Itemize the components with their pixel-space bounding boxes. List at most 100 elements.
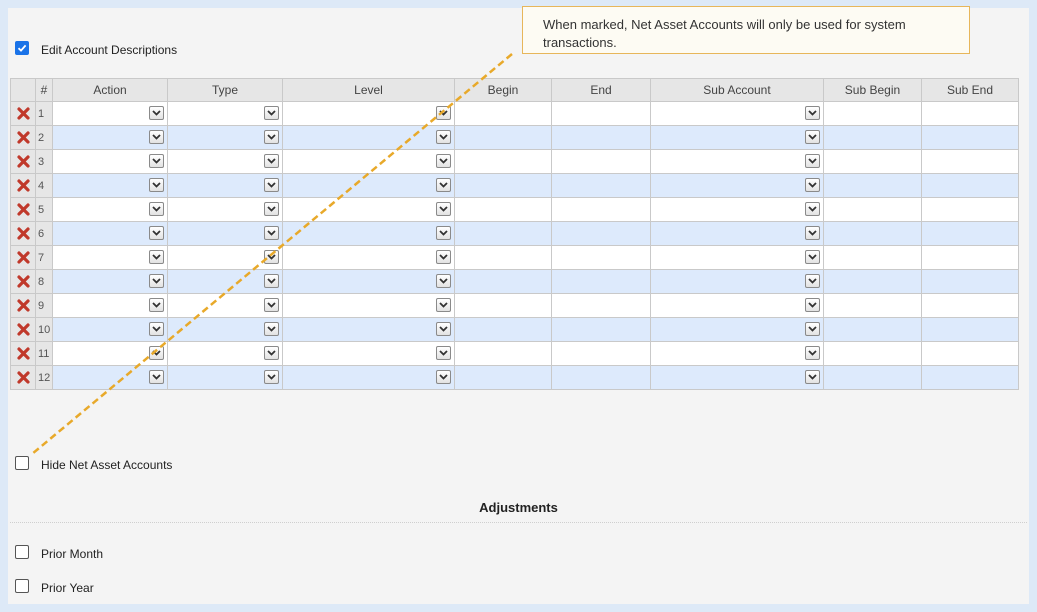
sub-end-cell[interactable] bbox=[921, 365, 1019, 390]
sub-account-dropdown[interactable] bbox=[805, 250, 820, 264]
level-cell[interactable] bbox=[282, 245, 455, 270]
col-action-header[interactable]: Action bbox=[52, 78, 168, 102]
delete-row-button[interactable] bbox=[10, 269, 36, 294]
sub-account-dropdown[interactable] bbox=[805, 322, 820, 336]
level-cell[interactable] bbox=[282, 125, 455, 150]
sub-account-dropdown[interactable] bbox=[805, 106, 820, 120]
sub-begin-cell[interactable] bbox=[823, 173, 922, 198]
delete-row-button[interactable] bbox=[10, 197, 36, 222]
level-cell[interactable] bbox=[282, 341, 455, 366]
action-dropdown[interactable] bbox=[149, 274, 164, 288]
type-dropdown[interactable] bbox=[264, 322, 279, 336]
type-dropdown[interactable] bbox=[264, 298, 279, 312]
sub-account-cell[interactable] bbox=[650, 221, 824, 246]
begin-cell[interactable] bbox=[454, 245, 552, 270]
level-dropdown[interactable] bbox=[436, 226, 451, 240]
begin-cell[interactable] bbox=[454, 221, 552, 246]
level-dropdown[interactable] bbox=[436, 250, 451, 264]
type-cell[interactable] bbox=[167, 149, 283, 174]
action-cell[interactable] bbox=[52, 269, 168, 294]
begin-cell[interactable] bbox=[454, 341, 552, 366]
sub-end-cell[interactable] bbox=[921, 317, 1019, 342]
sub-account-dropdown[interactable] bbox=[805, 130, 820, 144]
action-cell[interactable] bbox=[52, 173, 168, 198]
sub-begin-cell[interactable] bbox=[823, 245, 922, 270]
sub-begin-cell[interactable] bbox=[823, 365, 922, 390]
level-dropdown[interactable] bbox=[436, 154, 451, 168]
delete-row-button[interactable] bbox=[10, 149, 36, 174]
sub-begin-cell[interactable] bbox=[823, 317, 922, 342]
level-cell[interactable] bbox=[282, 101, 455, 126]
type-dropdown[interactable] bbox=[264, 154, 279, 168]
prior-month-checkbox[interactable] bbox=[15, 545, 29, 559]
sub-end-cell[interactable] bbox=[921, 101, 1019, 126]
begin-cell[interactable] bbox=[454, 125, 552, 150]
sub-account-dropdown[interactable] bbox=[805, 202, 820, 216]
type-cell[interactable] bbox=[167, 269, 283, 294]
type-dropdown[interactable] bbox=[264, 346, 279, 360]
action-cell[interactable] bbox=[52, 293, 168, 318]
end-cell[interactable] bbox=[551, 125, 651, 150]
prior-year-checkbox[interactable] bbox=[15, 579, 29, 593]
begin-cell[interactable] bbox=[454, 101, 552, 126]
type-cell[interactable] bbox=[167, 317, 283, 342]
end-cell[interactable] bbox=[551, 365, 651, 390]
sub-account-dropdown[interactable] bbox=[805, 154, 820, 168]
sub-end-cell[interactable] bbox=[921, 149, 1019, 174]
end-cell[interactable] bbox=[551, 293, 651, 318]
sub-account-cell[interactable] bbox=[650, 197, 824, 222]
type-dropdown[interactable] bbox=[264, 202, 279, 216]
end-cell[interactable] bbox=[551, 317, 651, 342]
action-dropdown[interactable] bbox=[149, 106, 164, 120]
hide-net-asset-accounts-checkbox[interactable] bbox=[15, 456, 29, 470]
sub-account-cell[interactable] bbox=[650, 149, 824, 174]
action-cell[interactable] bbox=[52, 197, 168, 222]
type-cell[interactable] bbox=[167, 365, 283, 390]
sub-end-cell[interactable] bbox=[921, 221, 1019, 246]
delete-row-button[interactable] bbox=[10, 245, 36, 270]
sub-begin-cell[interactable] bbox=[823, 197, 922, 222]
type-cell[interactable] bbox=[167, 173, 283, 198]
sub-account-dropdown[interactable] bbox=[805, 274, 820, 288]
sub-end-cell[interactable] bbox=[921, 125, 1019, 150]
level-dropdown[interactable] bbox=[436, 178, 451, 192]
sub-end-cell[interactable] bbox=[921, 197, 1019, 222]
col-level-header[interactable]: Level bbox=[282, 78, 455, 102]
action-dropdown[interactable] bbox=[149, 178, 164, 192]
col-sub-begin-header[interactable]: Sub Begin bbox=[823, 78, 922, 102]
type-cell[interactable] bbox=[167, 293, 283, 318]
level-cell[interactable] bbox=[282, 269, 455, 294]
action-cell[interactable] bbox=[52, 365, 168, 390]
action-cell[interactable] bbox=[52, 221, 168, 246]
action-cell[interactable] bbox=[52, 317, 168, 342]
begin-cell[interactable] bbox=[454, 317, 552, 342]
type-dropdown[interactable] bbox=[264, 370, 279, 384]
end-cell[interactable] bbox=[551, 197, 651, 222]
action-dropdown[interactable] bbox=[149, 154, 164, 168]
type-dropdown[interactable] bbox=[264, 274, 279, 288]
col-begin-header[interactable]: Begin bbox=[454, 78, 552, 102]
sub-account-dropdown[interactable] bbox=[805, 370, 820, 384]
col-sub-end-header[interactable]: Sub End bbox=[921, 78, 1019, 102]
sub-begin-cell[interactable] bbox=[823, 341, 922, 366]
action-dropdown[interactable] bbox=[149, 226, 164, 240]
sub-begin-cell[interactable] bbox=[823, 269, 922, 294]
sub-end-cell[interactable] bbox=[921, 245, 1019, 270]
begin-cell[interactable] bbox=[454, 149, 552, 174]
sub-account-cell[interactable] bbox=[650, 341, 824, 366]
sub-begin-cell[interactable] bbox=[823, 221, 922, 246]
delete-row-button[interactable] bbox=[10, 341, 36, 366]
end-cell[interactable] bbox=[551, 173, 651, 198]
end-cell[interactable] bbox=[551, 221, 651, 246]
sub-begin-cell[interactable] bbox=[823, 101, 922, 126]
action-dropdown[interactable] bbox=[149, 370, 164, 384]
delete-row-button[interactable] bbox=[10, 125, 36, 150]
level-dropdown[interactable] bbox=[436, 274, 451, 288]
sub-end-cell[interactable] bbox=[921, 269, 1019, 294]
type-dropdown[interactable] bbox=[264, 226, 279, 240]
delete-row-button[interactable] bbox=[10, 293, 36, 318]
type-cell[interactable] bbox=[167, 221, 283, 246]
end-cell[interactable] bbox=[551, 149, 651, 174]
level-dropdown[interactable] bbox=[436, 370, 451, 384]
end-cell[interactable] bbox=[551, 101, 651, 126]
